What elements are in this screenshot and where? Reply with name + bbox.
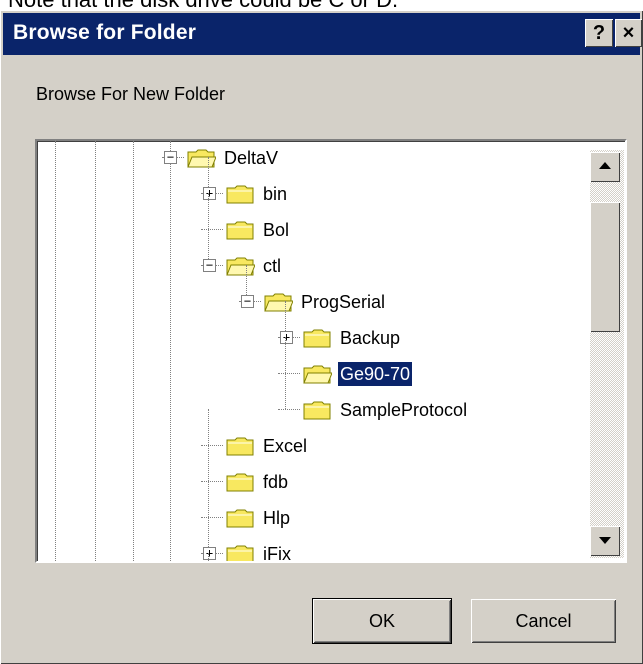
tree-node-label: iFix <box>263 544 291 563</box>
tree-node-label: bin <box>263 184 288 204</box>
down-arrow-icon <box>599 537 611 544</box>
tree-node[interactable]: − ProgSerial <box>37 289 597 319</box>
title-bar[interactable]: Browse for Folder ? × <box>3 13 642 55</box>
open-folder-icon <box>303 365 332 384</box>
collapse-icon[interactable]: − <box>164 151 177 164</box>
folder-icon <box>303 401 331 420</box>
browse-for-folder-dialog: Browse for Folder ? × Browse For New Fol… <box>0 10 643 664</box>
collapse-icon[interactable]: − <box>203 259 216 272</box>
up-arrow-icon <box>599 162 611 169</box>
tree-node-label: Excel <box>263 436 308 456</box>
tree-node[interactable]: + iFix <box>37 541 597 563</box>
tree-node[interactable]: − ctl <box>37 253 597 283</box>
tree-node[interactable]: fdb <box>37 469 597 499</box>
tree-node[interactable]: − DeltaV <box>37 145 597 175</box>
open-folder-icon <box>226 257 255 276</box>
expand-icon[interactable]: + <box>203 187 216 200</box>
folder-icon <box>303 329 331 348</box>
cancel-button[interactable]: Cancel <box>471 599 616 643</box>
tree-node[interactable]: + Backup <box>37 325 597 355</box>
tree-node-label: Ge90-70 <box>336 361 414 387</box>
folder-icon <box>226 437 254 456</box>
tree-node-label: Backup <box>340 328 401 348</box>
open-folder-icon <box>264 293 293 312</box>
close-button[interactable]: × <box>615 19 642 47</box>
tree-node-label: ctl <box>263 256 281 276</box>
tree-node[interactable]: + bin <box>37 181 597 211</box>
folder-tree[interactable]: − DeltaV + bin Bol − ctl − ProgSerial + Backup Ge90… <box>35 139 627 563</box>
tree-node[interactable]: SampleProtocol <box>37 397 597 427</box>
close-icon: × <box>622 22 635 44</box>
tree-node-label: Hlp <box>263 508 291 528</box>
expand-icon[interactable]: + <box>203 547 216 560</box>
tree-node-label: fdb <box>263 472 289 492</box>
open-folder-icon <box>187 149 216 168</box>
ok-button[interactable]: OK <box>312 598 452 644</box>
tree-node-label: SampleProtocol <box>340 400 468 420</box>
folder-icon <box>226 473 254 492</box>
folder-icon <box>226 509 254 528</box>
tree-node[interactable]: Bol <box>37 217 597 247</box>
vertical-scrollbar[interactable] <box>590 150 624 558</box>
folder-icon <box>226 545 254 561</box>
help-button[interactable]: ? <box>585 19 613 47</box>
dialog-title: Browse for Folder <box>13 21 197 44</box>
tree-node-label: Bol <box>263 220 290 240</box>
dialog-prompt: Browse For New Folder <box>36 84 226 104</box>
folder-icon <box>226 221 254 240</box>
tree-node[interactable]: Ge90-70 <box>37 361 597 391</box>
scroll-thumb[interactable] <box>590 202 620 332</box>
help-icon: ? <box>592 22 606 44</box>
tree-node[interactable]: Excel <box>37 433 597 463</box>
tree-node-label: DeltaV <box>224 148 279 168</box>
tree-node[interactable]: Hlp <box>37 505 597 535</box>
folder-icon <box>226 185 254 204</box>
scroll-down-button[interactable] <box>590 526 620 556</box>
expand-icon[interactable]: + <box>280 331 293 344</box>
tree-node-label: ProgSerial <box>301 292 386 312</box>
collapse-icon[interactable]: − <box>241 295 254 308</box>
scroll-up-button[interactable] <box>590 152 620 182</box>
tree-guide-line <box>208 553 209 561</box>
